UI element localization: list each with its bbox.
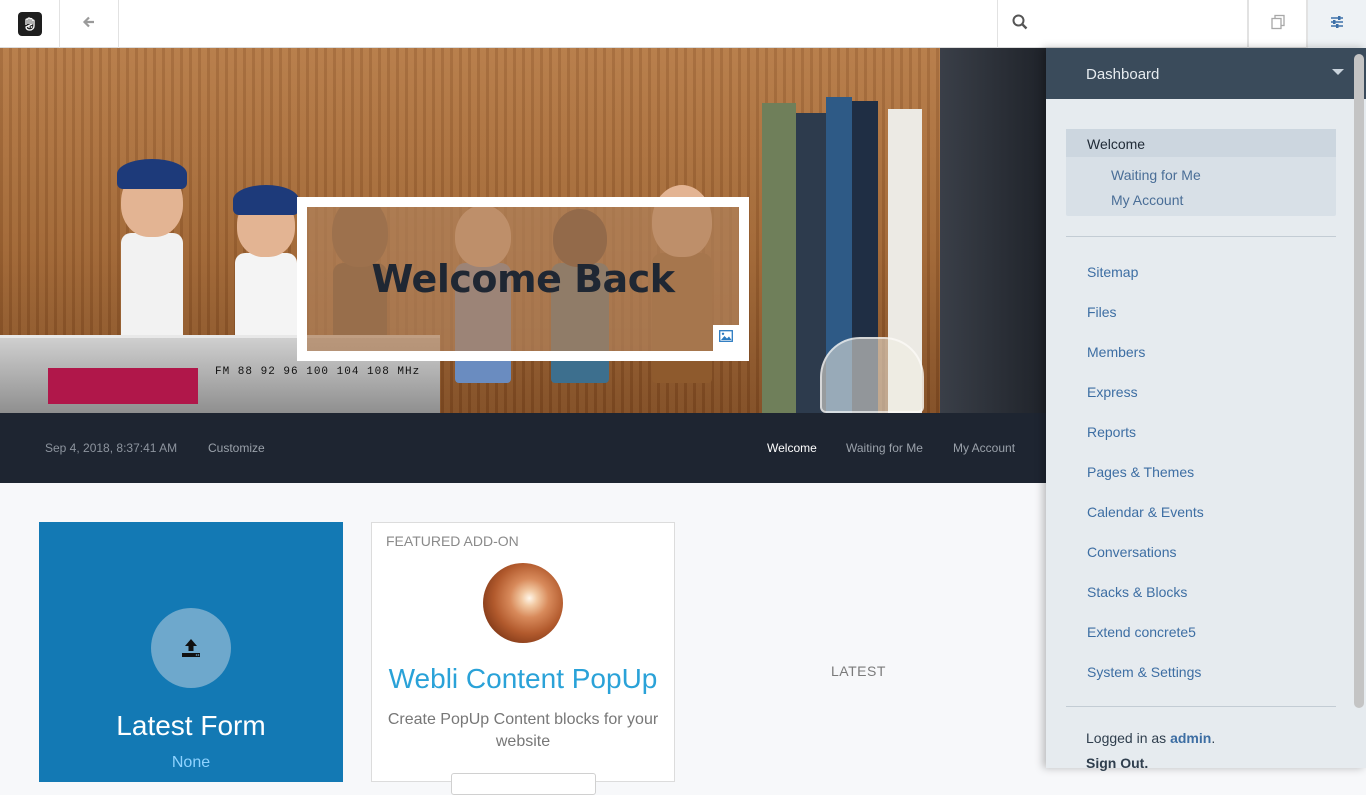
book (762, 103, 796, 413)
divider (1066, 706, 1336, 707)
addon-description: Create PopUp Content blocks for your web… (387, 711, 659, 750)
panel-item-extend-concrete5[interactable]: Extend concrete5 (1087, 624, 1196, 640)
username-link[interactable]: admin (1170, 730, 1211, 746)
welcome-group: Welcome Waiting for Me My Account (1066, 129, 1336, 216)
book (940, 48, 1046, 413)
logged-in-prefix: Logged in as (1086, 730, 1167, 746)
welcome-navbar: Sep 4, 2018, 8:37:41 AM Customize Welcom… (0, 413, 1046, 483)
dashboard-panel-toggle[interactable] (1307, 0, 1366, 48)
glass-jar (820, 337, 924, 413)
featured-addon-label: FEATURED ADD-ON (386, 533, 519, 549)
panel-item-pages-themes[interactable]: Pages & Themes (1087, 464, 1194, 480)
nav-link-my-account[interactable]: My Account (953, 441, 1015, 455)
concrete5-hand-logo-icon (17, 12, 42, 36)
nav-link-waiting-for-me[interactable]: Waiting for Me (846, 441, 923, 455)
image-icon (719, 329, 733, 347)
search-input[interactable] (1036, 16, 1236, 32)
timestamp: Sep 4, 2018, 8:37:41 AM (45, 441, 178, 455)
panel-item-express[interactable]: Express (1087, 384, 1138, 400)
pages-icon (1270, 14, 1286, 35)
panel-scrollbar[interactable] (1354, 54, 1364, 708)
logged-in-suffix: . (1211, 730, 1216, 746)
divider (1066, 236, 1336, 237)
upload-icon (151, 608, 231, 688)
nav-link-welcome[interactable]: Welcome (767, 441, 817, 455)
addon-shell-image (483, 563, 563, 643)
search-icon (1012, 14, 1028, 35)
hero-banner: FM 88 92 96 100 104 108 MHz Welcome Back (0, 48, 1046, 413)
change-image-button[interactable] (713, 325, 739, 351)
panel-item-welcome[interactable]: Welcome (1066, 129, 1336, 157)
panel-item-reports[interactable]: Reports (1087, 424, 1136, 440)
panel-item-calendar-events[interactable]: Calendar & Events (1087, 504, 1204, 520)
latest-form-value[interactable]: None (39, 754, 343, 772)
latest-form-tile[interactable]: Latest Form None (39, 522, 343, 782)
panel-item-stacks-blocks[interactable]: Stacks & Blocks (1087, 584, 1187, 600)
sliders-icon (1330, 15, 1344, 34)
panel-item-waiting-for-me[interactable]: Waiting for Me (1111, 167, 1201, 183)
radio-band-label: FM 88 92 96 100 104 108 MHz (215, 366, 421, 378)
panel-item-conversations[interactable]: Conversations (1087, 544, 1177, 560)
chevron-down-icon (1332, 69, 1344, 75)
welcome-title: Welcome Back (371, 257, 676, 301)
dashboard-panel: Dashboard Welcome Waiting for Me My Acco… (1046, 48, 1366, 771)
top-toolbar (0, 0, 1366, 48)
logged-in-text: Logged in as admin. (1086, 730, 1215, 746)
latest-label: LATEST (831, 663, 886, 679)
pages-button[interactable] (1248, 0, 1307, 48)
latest-form-title: Latest Form (116, 710, 266, 741)
panel-item-system-settings[interactable]: System & Settings (1087, 664, 1201, 680)
panel-item-sitemap[interactable]: Sitemap (1087, 264, 1138, 280)
back-button[interactable] (60, 0, 119, 48)
logo-button[interactable] (0, 0, 60, 48)
dashboard-title: Dashboard (1086, 66, 1160, 83)
panel-item-members[interactable]: Members (1087, 344, 1145, 360)
search-box[interactable] (997, 0, 1248, 48)
welcome-banner: Welcome Back (297, 197, 749, 361)
addon-name[interactable]: Webli Content PopUp (372, 663, 674, 695)
featured-addon-tile: FEATURED ADD-ON Webli Content PopUp Crea… (371, 522, 675, 795)
customize-link[interactable]: Customize (208, 441, 265, 455)
panel-item-my-account[interactable]: My Account (1111, 192, 1183, 208)
panel-item-files[interactable]: Files (1087, 304, 1117, 320)
dashboard-content: Latest Form None FEATURED ADD-ON Webli C… (0, 483, 1046, 795)
dashboard-panel-header[interactable]: Dashboard (1046, 48, 1366, 99)
addon-learn-more-button[interactable] (451, 773, 596, 795)
arrow-left-icon (82, 15, 96, 34)
sign-out-link[interactable]: Sign Out. (1086, 755, 1148, 771)
